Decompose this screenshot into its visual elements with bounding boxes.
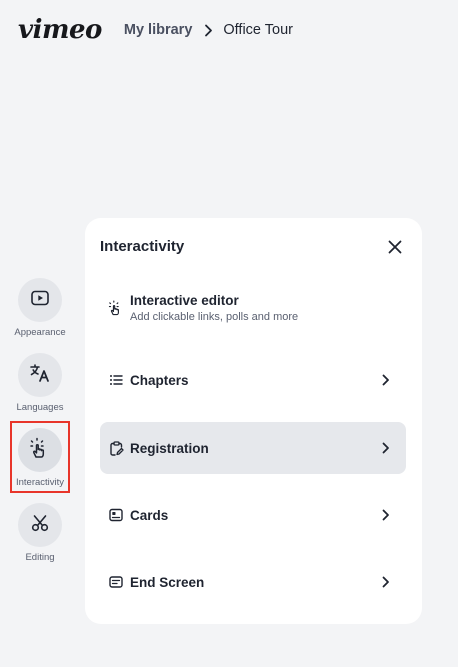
menu-item-chapters[interactable]: Chapters bbox=[100, 354, 406, 406]
rail-item-languages[interactable]: Languages bbox=[0, 353, 80, 413]
top-header: vimeo My library Office Tour bbox=[18, 14, 293, 46]
card-icon bbox=[108, 507, 124, 523]
rail-item-appearance[interactable]: Appearance bbox=[0, 278, 80, 338]
breadcrumb-my-library[interactable]: My library bbox=[124, 22, 193, 38]
chevron-right-icon bbox=[380, 509, 392, 521]
chevron-right-icon bbox=[204, 24, 213, 37]
rail-item-editing[interactable]: Editing bbox=[0, 503, 80, 563]
rail-label: Appearance bbox=[14, 327, 66, 338]
end-screen-icon bbox=[108, 574, 124, 590]
menu-item-label: Cards bbox=[130, 507, 169, 523]
highlight-box bbox=[10, 421, 70, 493]
chevron-right-icon bbox=[380, 374, 392, 386]
translate-icon bbox=[29, 362, 51, 389]
menu-item-interactive-editor[interactable]: Interactive editor Add clickable links, … bbox=[100, 282, 406, 334]
menu-item-label: Interactive editor bbox=[130, 293, 239, 308]
interactivity-panel: Interactivity Interactive editor Add cli… bbox=[85, 218, 422, 624]
menu-item-description: Add clickable links, polls and more bbox=[130, 311, 299, 323]
menu-item-cards[interactable]: Cards bbox=[100, 489, 406, 541]
menu-item-label: End Screen bbox=[130, 574, 205, 590]
menu-item-registration[interactable]: Registration bbox=[100, 422, 406, 474]
tap-icon bbox=[108, 300, 124, 316]
rail-label: Languages bbox=[16, 402, 64, 413]
menu-item-label: Chapters bbox=[130, 372, 189, 388]
menu-item-label: Registration bbox=[130, 440, 209, 456]
rail-label: Editing bbox=[25, 552, 55, 563]
menu-item-end-screen[interactable]: End Screen bbox=[100, 556, 406, 608]
clipboard-edit-icon bbox=[108, 440, 124, 456]
chevron-right-icon bbox=[380, 576, 392, 588]
play-icon bbox=[30, 288, 50, 313]
panel-title: Interactivity bbox=[100, 238, 185, 255]
close-icon[interactable] bbox=[386, 238, 404, 256]
chevron-right-icon bbox=[380, 442, 392, 454]
vimeo-logo[interactable]: vimeo bbox=[18, 15, 102, 45]
breadcrumb: My library Office Tour bbox=[124, 22, 293, 38]
scissors-icon bbox=[30, 513, 50, 538]
breadcrumb-current: Office Tour bbox=[223, 22, 293, 38]
list-icon bbox=[108, 372, 124, 388]
